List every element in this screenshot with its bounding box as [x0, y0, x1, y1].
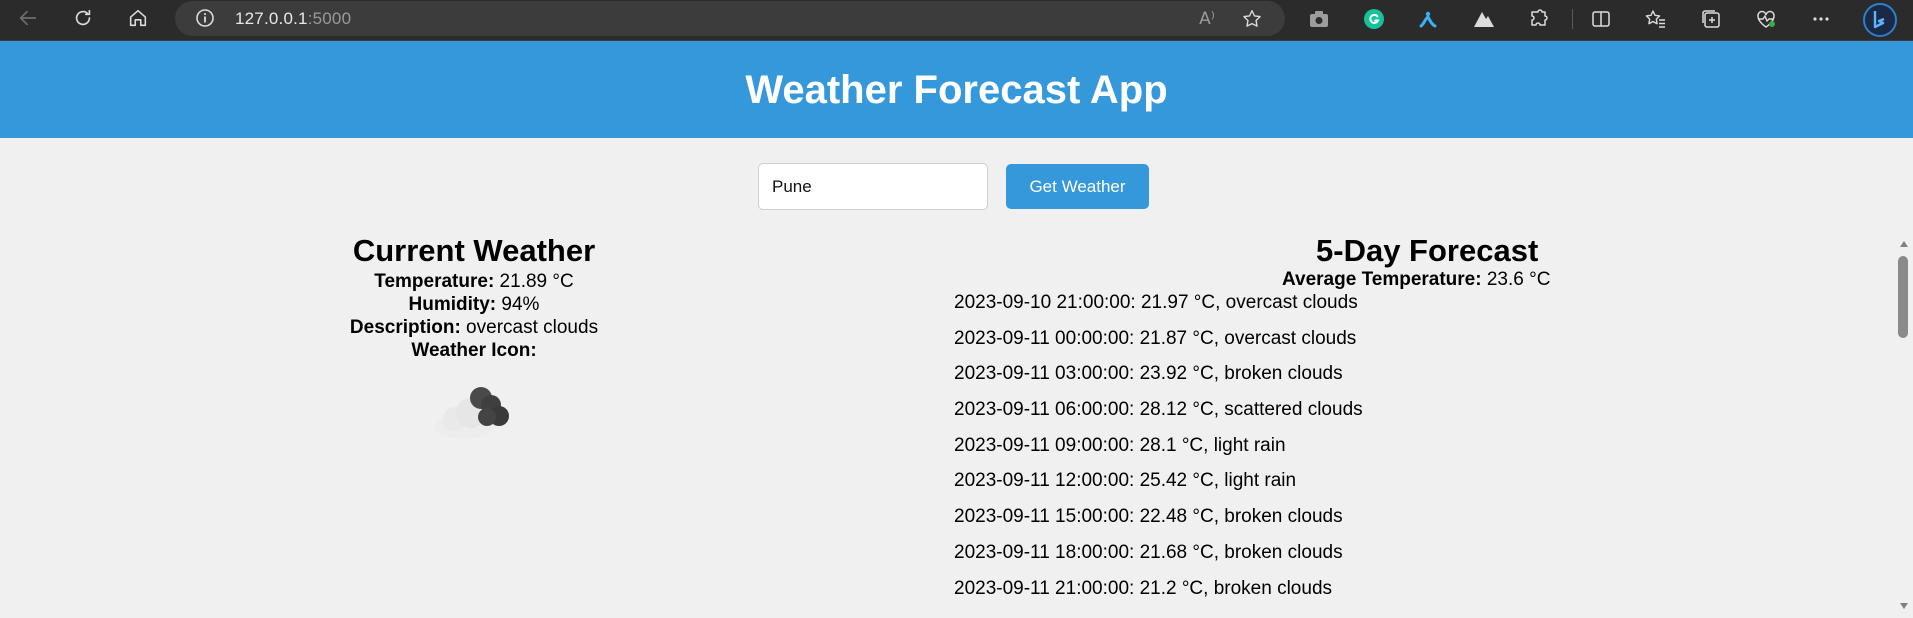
browser-essentials-icon[interactable]: [1752, 5, 1780, 33]
forecast-item: 2023-09-10 21:00:00: 21.97 °C, overcast …: [954, 292, 1358, 313]
back-icon[interactable]: [8, 0, 48, 36]
read-aloud-glyph: A⁾: [1199, 9, 1215, 29]
current-weather-title: Current Weather: [352, 233, 596, 268]
toolbar-divider: [1572, 9, 1573, 29]
forecast-list: 2023-09-10 21:00:00: 21.97 °C, overcast …: [954, 290, 1363, 611]
url-host: 127.0.0.1: [235, 9, 308, 28]
humidity-label: Humidity:: [408, 294, 497, 315]
extension-icon[interactable]: [1415, 5, 1443, 33]
app-title: Weather Forecast App: [745, 68, 1168, 112]
refresh-icon[interactable]: [63, 0, 103, 36]
temperature-value: 21.89 °C: [494, 271, 574, 292]
forecast-item: 2023-09-11 15:00:00: 22.48 °C, broken cl…: [954, 506, 1343, 528]
description-value: overcast clouds: [460, 317, 599, 338]
browser-toolbar: 127.0.0.1:5000 A⁾: [0, 0, 1913, 41]
humidity-row: Humidity: 94%: [274, 293, 674, 316]
scroll-thumb[interactable]: [1898, 256, 1908, 338]
split-screen-icon[interactable]: [1587, 5, 1615, 33]
address-bar[interactable]: 127.0.0.1:5000 A⁾: [175, 1, 1285, 36]
favorite-star-icon[interactable]: [1240, 7, 1264, 31]
bing-copilot-icon[interactable]: [1862, 2, 1898, 38]
average-temperature-row: Average Temperature: 23.6 °C: [1282, 268, 1550, 291]
humidity-value: 94%: [496, 294, 540, 315]
grammarly-icon[interactable]: [1360, 5, 1388, 33]
overcast-clouds-icon: [434, 387, 509, 438]
collections-icon[interactable]: [1697, 5, 1725, 33]
scroll-down-icon[interactable]: [1894, 598, 1913, 614]
more-icon[interactable]: [1807, 5, 1835, 33]
description-row: Description: overcast clouds: [274, 316, 674, 339]
app-header: Weather Forecast App: [0, 41, 1913, 138]
temperature-label: Temperature:: [374, 271, 495, 292]
camera-icon[interactable]: [1305, 5, 1333, 33]
url-text[interactable]: 127.0.0.1:5000: [235, 9, 351, 29]
forecast-item: 2023-09-11 00:00:00: 21.87 °C, overcast …: [954, 327, 1357, 349]
city-input[interactable]: [758, 163, 988, 210]
weather-icon-label: Weather Icon:: [411, 340, 537, 361]
average-temperature-label: Average Temperature:: [1282, 269, 1482, 290]
average-temperature-value: 23.6 °C: [1481, 269, 1551, 290]
mountain-icon[interactable]: [1470, 5, 1498, 33]
description-label: Description:: [349, 317, 461, 338]
info-icon[interactable]: [195, 8, 215, 28]
forecast-item: 2023-09-11 21:00:00: 21.2 °C, broken clo…: [954, 577, 1333, 599]
url-port: :5000: [307, 9, 352, 28]
weather-icon-row: Weather Icon:: [274, 339, 674, 362]
home-icon[interactable]: [118, 0, 158, 36]
read-aloud-icon[interactable]: A⁾: [1195, 7, 1219, 31]
extensions-puzzle-icon[interactable]: [1525, 5, 1553, 33]
forecast-item: 2023-09-11 03:00:00: 23.92 °C, broken cl…: [954, 363, 1343, 385]
get-weather-button[interactable]: Get Weather: [1006, 164, 1149, 209]
forecast-item: 2023-09-11 09:00:00: 28.1 °C, light rain: [954, 434, 1286, 456]
page-scrollbar[interactable]: [1894, 236, 1913, 618]
forecast-title: 5-Day Forecast: [1316, 233, 1539, 268]
forecast-item: 2023-09-11 06:00:00: 28.12 °C, scattered…: [954, 399, 1363, 421]
favorites-icon[interactable]: [1642, 5, 1670, 33]
scroll-up-icon[interactable]: [1894, 236, 1913, 252]
current-weather-panel: Current Weather Temperature: 21.89 °C Hu…: [274, 232, 674, 442]
forecast-item: 2023-09-11 18:00:00: 21.68 °C, broken cl…: [954, 541, 1343, 563]
temperature-row: Temperature: 21.89 °C: [274, 270, 674, 293]
forecast-item: 2023-09-11 12:00:00: 25.42 °C, light rai…: [954, 470, 1297, 492]
